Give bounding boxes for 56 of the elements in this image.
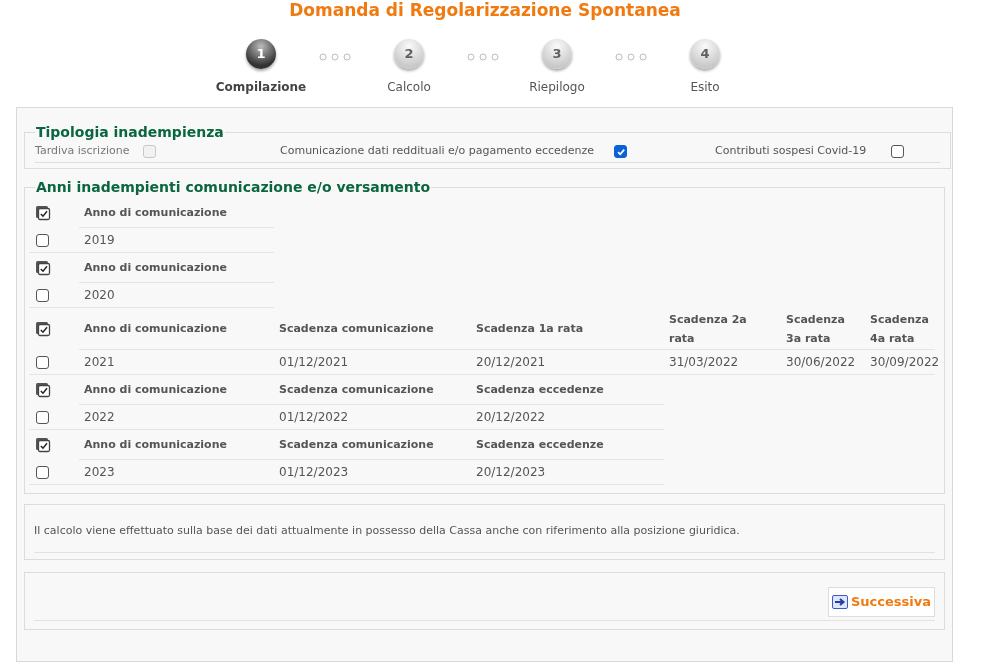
table-cell-text: 20/12/2021 (476, 354, 546, 371)
step-label: Calcolo (387, 79, 431, 96)
select-all-icon[interactable] (35, 205, 51, 221)
column-header: Anno di comunicazione (84, 382, 227, 398)
column-header: Anno di comunicazione (84, 205, 227, 221)
table-cell-text: 2022 (84, 409, 115, 426)
table-cell-text: 2020 (84, 287, 115, 304)
select-all-icon[interactable] (35, 321, 51, 337)
column-header: Scadenza 4a rata (870, 311, 930, 347)
table-cell-text: 01/12/2021 (279, 354, 349, 371)
column-header: Scadenza 3a rata (786, 311, 846, 347)
option-label: Contributi sospesi Covid-19 (715, 143, 867, 160)
table-cell-text: 30/09/2022 (870, 354, 940, 371)
checkbox[interactable] (36, 355, 49, 369)
step-label: Compilazione (215, 79, 307, 96)
select-all-icon[interactable] (35, 260, 51, 276)
table-cell-text: 31/03/2022 (669, 354, 739, 371)
select-all-icon[interactable] (35, 382, 51, 398)
checkbox[interactable] (36, 233, 49, 247)
option-label: Comunicazione dati reddituali e/o pagamento eccedenze (280, 143, 595, 160)
table-cell-text: 2023 (84, 464, 115, 481)
step-dots-icon (467, 53, 499, 61)
table-cell-text: 30/06/2022 (786, 354, 856, 371)
arrow-right-icon (831, 595, 848, 609)
page-title: Domanda di Regolarizzazione Spontanea (288, 0, 682, 20)
column-header: Scadenza comunicazione (279, 437, 434, 453)
next-button[interactable]: Successiva (827, 587, 935, 617)
column-header: Anno di comunicazione (84, 437, 227, 453)
select-all-icon[interactable] (35, 437, 51, 453)
checkbox[interactable] (36, 288, 49, 302)
table-cell-text: 20/12/2023 (476, 464, 546, 481)
column-header: Scadenza comunicazione (279, 382, 434, 398)
section-legend: Anni inadempienti comunicazione e/o versamento (35, 177, 432, 198)
table-cell-text: 01/12/2022 (279, 409, 349, 426)
step-label: Riepilogo (529, 79, 585, 96)
column-header: Scadenza eccedenze (476, 382, 604, 398)
checkbox[interactable] (614, 145, 627, 158)
step-dots-icon (615, 53, 647, 61)
column-header: Scadenza eccedenze (476, 437, 604, 453)
checkbox[interactable] (36, 465, 49, 479)
column-header: Scadenza 1a rata (476, 321, 584, 337)
checkbox[interactable] (891, 145, 904, 158)
column-header: Scadenza 2a rata (669, 311, 748, 347)
column-header: Anno di comunicazione (84, 260, 227, 276)
section-legend: Tipologia inadempienza (35, 122, 225, 143)
table-cell-text: 01/12/2023 (279, 464, 349, 481)
checkbox[interactable] (36, 410, 49, 424)
table-cell-text: 20/12/2022 (476, 409, 546, 426)
option-label: Tardiva iscrizione (35, 143, 130, 160)
step-dots-icon (319, 53, 351, 61)
note-text: Il calcolo viene effettuato sulla base dei dati attualmente in possesso della Cassa anche con riferimento alla posizione giuridica. (34, 523, 935, 553)
column-header: Scadenza comunicazione (279, 321, 434, 337)
table-cell-text: 2019 (84, 232, 115, 249)
column-header: Anno di comunicazione (84, 321, 227, 337)
table-cell-text: 2021 (84, 354, 115, 371)
step-label: Esito (690, 79, 720, 96)
